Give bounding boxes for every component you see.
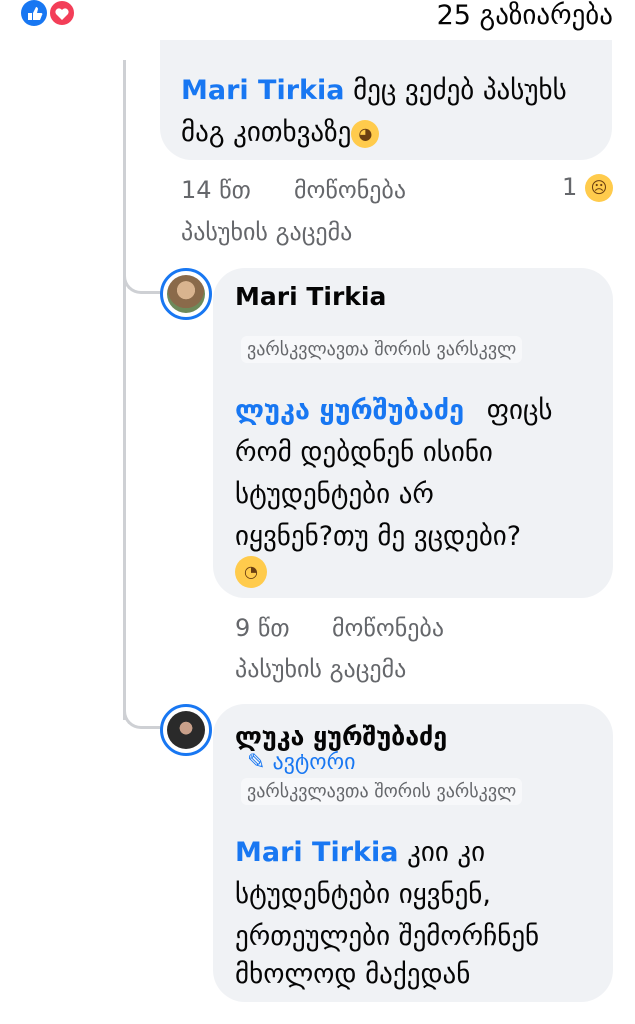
thread-line <box>123 60 126 720</box>
reaction-count: 1 <box>562 173 578 201</box>
avatar[interactable] <box>160 268 212 320</box>
comment-bubble: ლუკა ყურშუბაძე ✎ ავტორი ვარსკვლავთა შორი… <box>213 704 613 1002</box>
reply-button[interactable]: პასუხის გაცემა <box>235 655 406 683</box>
pencil-icon: ✎ <box>247 750 266 775</box>
author-badge: ✎ ავტორი <box>247 750 355 775</box>
commenter-name[interactable]: ლუკა ყურშუბაძე <box>235 722 447 751</box>
top-fan-badge: ვარსკვლავთა შორის ვარსკვლ <box>241 336 523 363</box>
pleading-face-icon: ◔ <box>235 556 267 588</box>
thread-connector <box>123 255 160 294</box>
comment-text: ერთეულები შემორჩნენ <box>235 921 540 952</box>
comment-text: სტუდენტები არ <box>235 479 434 510</box>
commenter-name[interactable]: Mari Tirkia <box>235 282 386 311</box>
avatar[interactable] <box>160 704 212 756</box>
share-count[interactable]: 25 გაზიარება <box>437 0 613 31</box>
like-button[interactable]: მოწონება <box>294 176 406 204</box>
thread-connector <box>123 690 160 729</box>
comment-text: სტუდენტები იყვნენ, <box>235 879 491 910</box>
comment-text: მეც ვეძებ პასუხს <box>353 75 567 106</box>
reaction-icons[interactable] <box>18 0 82 34</box>
reaction-summary[interactable]: 1 ☹ <box>562 173 613 202</box>
user-photo <box>167 275 205 313</box>
comment-time[interactable]: 14 წთ <box>181 176 251 204</box>
author-label: ავტორი <box>272 750 356 775</box>
reply-button[interactable]: პასუხის გაცემა <box>181 218 352 246</box>
mention-link[interactable]: Mari Tirkia <box>235 837 398 868</box>
mention-link[interactable]: Mari Tirkia <box>181 75 344 106</box>
comment-text: რომ დებდნენ ისინი <box>235 437 493 468</box>
comment-text: მაგ კითხვაზე <box>181 117 352 148</box>
comment-text: ფიცს <box>486 395 553 426</box>
sad-reaction-icon: ☹ <box>584 174 613 202</box>
comment-time[interactable]: 9 წთ <box>235 614 290 642</box>
comment-bubble: Mari Tirkia მეც ვეძებ პასუხს მაგ კითხვაზ… <box>160 40 612 160</box>
like-button[interactable]: მოწონება <box>332 614 444 642</box>
face-holding-back-tears-icon: ◕ <box>351 119 380 148</box>
comment-text: იყვნენ?თუ მე ვცდები? <box>235 521 522 552</box>
top-fan-badge: ვარსკვლავთა შორის ვარსკვლ <box>241 778 523 805</box>
comment-text: კიი კი <box>407 837 486 868</box>
user-photo <box>167 711 205 749</box>
comment-bubble: Mari Tirkia ვარსკვლავთა შორის ვარსკვლ ლუ… <box>213 268 613 598</box>
comment-text: მხოლოდ მაქედან <box>235 959 471 990</box>
mention-link[interactable]: ლუკა ყურშუბაძე <box>235 395 464 426</box>
